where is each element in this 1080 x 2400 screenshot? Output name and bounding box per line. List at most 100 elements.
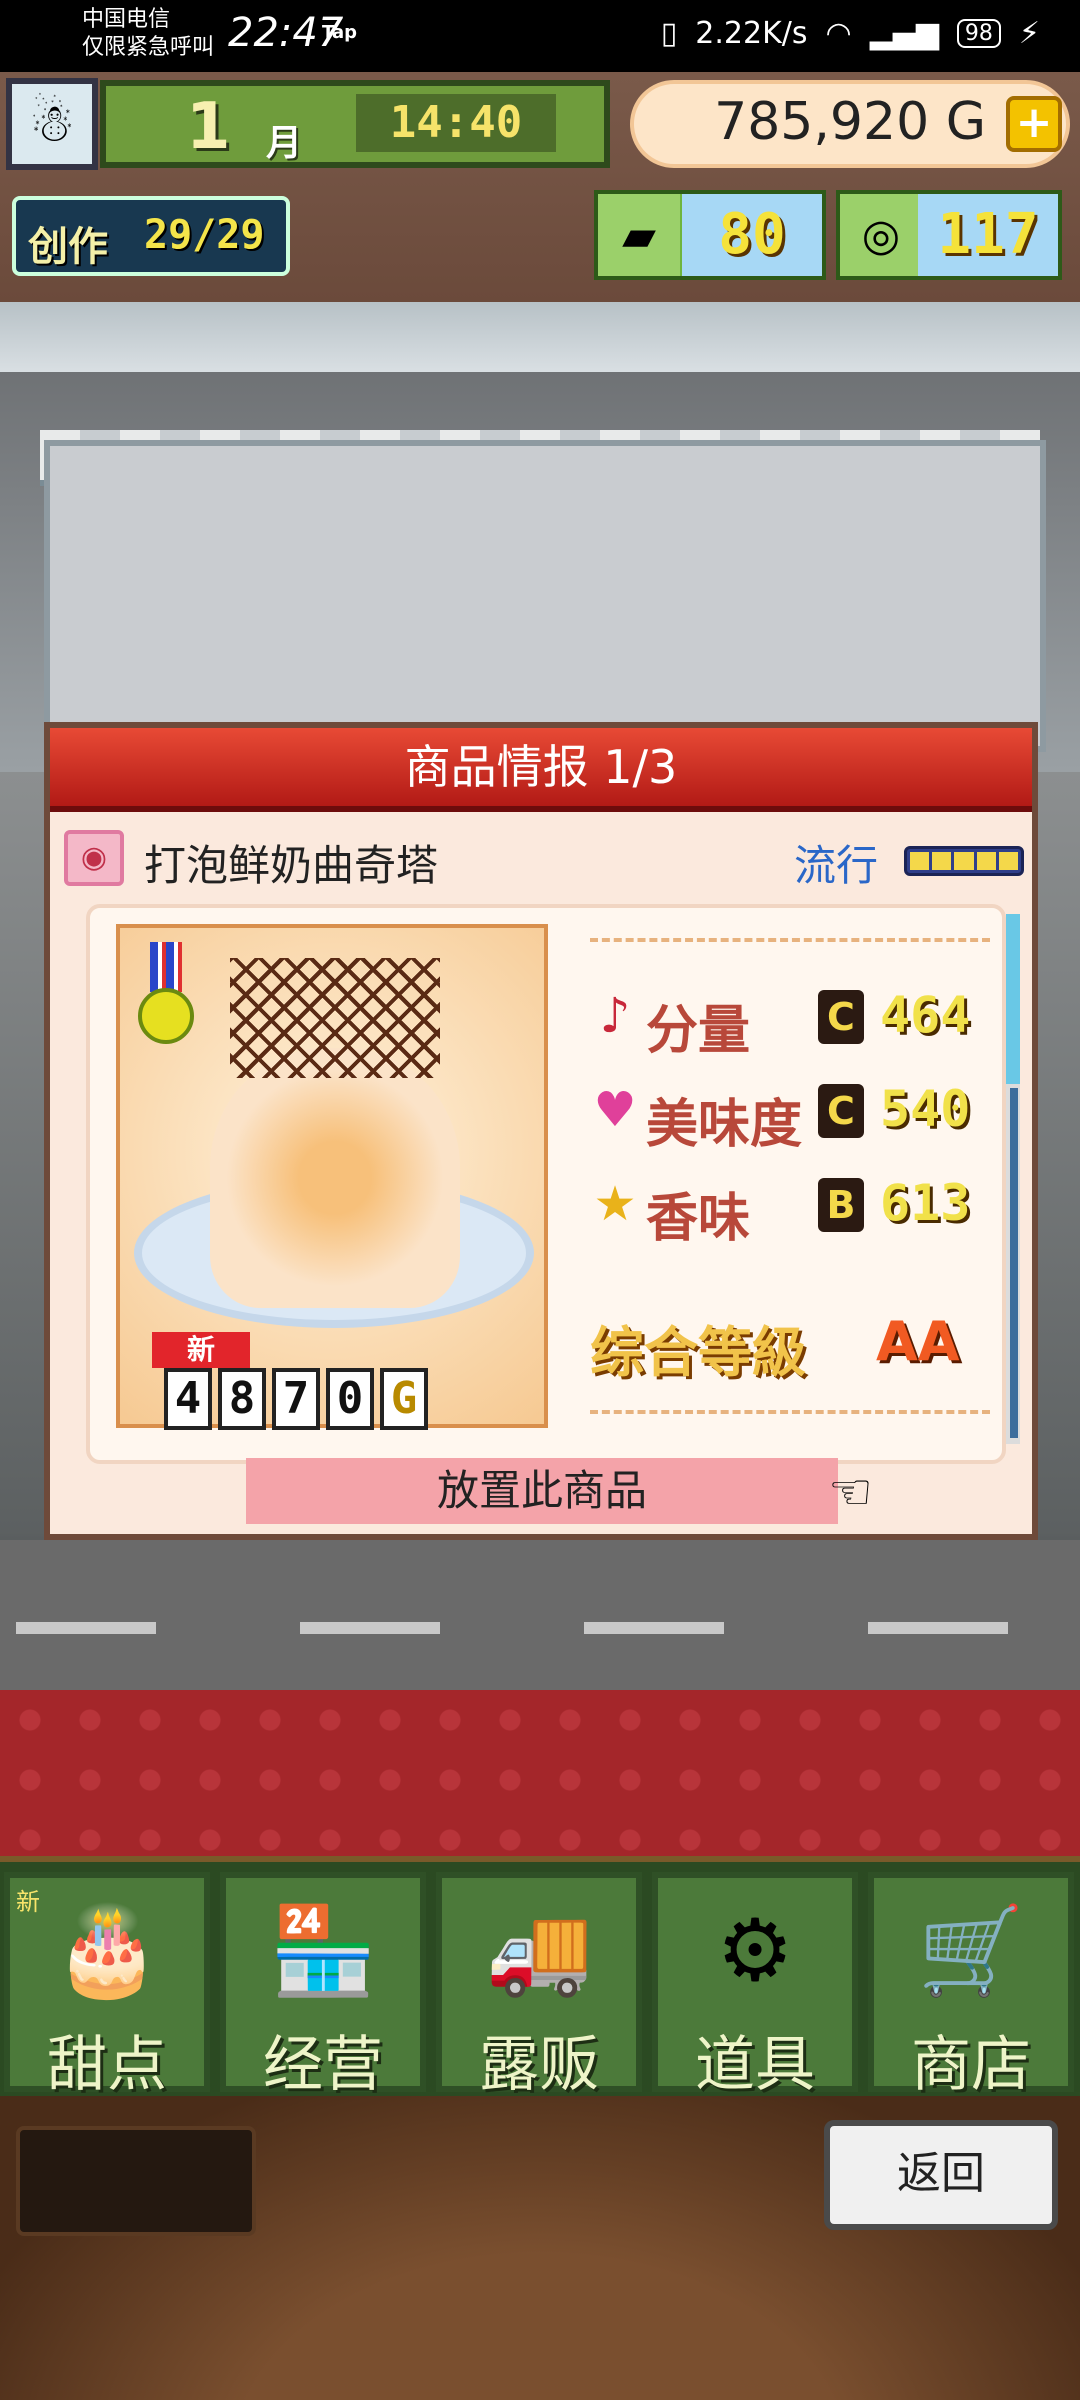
trend-label: 流行 <box>794 841 879 890</box>
app-tag: Tap <box>322 22 357 43</box>
battery-icon: 98 <box>956 19 1001 48</box>
silver-coin-icon: ◎ <box>840 194 922 276</box>
signal-icon: ▂▄▆ <box>869 16 939 51</box>
scrollbar-rail <box>1010 1088 1018 1438</box>
carrier-name: 中国电信 <box>82 7 171 32</box>
overall-grade-label: 综合等級 <box>590 1321 806 1384</box>
trend-segment <box>954 852 974 870</box>
money-value: 785,920 G <box>714 92 986 152</box>
add-money-button[interactable]: + <box>1006 96 1062 152</box>
medal-disc <box>138 988 194 1044</box>
medal-icon <box>136 942 196 1052</box>
gold-bar-icon: ▰ <box>598 194 680 276</box>
chocolate-lattice-icon <box>230 958 440 1078</box>
price-digit: 4 <box>164 1368 212 1430</box>
snowman-avatar-icon[interactable]: ☃ <box>6 78 98 170</box>
charging-icon: ⚡ <box>1018 16 1040 51</box>
menu-label: 露贩 <box>479 2030 599 2100</box>
food-truck-icon: 🚚 <box>485 1901 593 2001</box>
pointing-hand-icon: ☜ <box>828 1463 873 1521</box>
stat-value: 540 <box>880 1080 971 1138</box>
stat-value: 464 <box>880 986 971 1044</box>
lane-mark <box>16 1622 156 1634</box>
shop-kitchen <box>44 440 1046 752</box>
menu-item-management[interactable]: 🏪 经营 <box>220 1872 426 2100</box>
gold-resource[interactable]: ▰ 80 <box>594 190 826 280</box>
menu-item-items[interactable]: ⚙ 道具 <box>652 1872 858 2100</box>
overall-grade: AA <box>876 1310 960 1373</box>
month-label: 月 <box>266 123 303 164</box>
lane-mark <box>584 1622 724 1634</box>
gold-count: 80 <box>682 194 822 276</box>
star-icon: ★ <box>593 1176 637 1232</box>
money-display: 785,920 G + <box>630 80 1070 168</box>
vibrate-icon: ▯ <box>660 16 678 51</box>
medal-ribbon <box>150 942 182 992</box>
game-clock: 14:40 <box>356 94 556 152</box>
shop-building-icon: 🏪 <box>269 1901 377 2001</box>
dialog-title: 商品情报 1/3 <box>404 740 678 794</box>
scrollbar-thumb[interactable] <box>1006 914 1020 1084</box>
shopping-cart-icon: 🛒 <box>917 1901 1025 2001</box>
creation-value: 29/29 <box>144 212 265 258</box>
stat-row-taste: ♥ 美味度 C 540 <box>580 1072 1000 1155</box>
product-name: 打泡鲜奶曲奇塔 <box>144 841 439 890</box>
menu-label: 道具 <box>695 2030 815 2100</box>
carrier-info: 中国电信 仅限紧急呼叫 <box>82 6 214 62</box>
menu-item-desserts[interactable]: 新 🎂 甜点 <box>4 1872 210 2100</box>
trend-segment <box>932 852 952 870</box>
price-unit: G <box>380 1368 428 1430</box>
menu-item-store[interactable]: 🛒 商店 <box>868 1872 1074 2100</box>
place-product-button[interactable]: 放置此商品 <box>246 1458 838 1524</box>
stat-grade: C <box>818 990 864 1044</box>
stat-row-aroma: ★ 香味 B 613 <box>580 1166 1000 1249</box>
new-tag: 新 <box>152 1332 250 1368</box>
price-display: 新 4 8 7 0 G <box>152 1332 492 1430</box>
stat-grade: C <box>818 1084 864 1138</box>
carrier-status: 仅限紧急呼叫 <box>82 35 215 60</box>
coin-resource[interactable]: ◎ 117 <box>836 190 1062 280</box>
stat-name: 美味度 <box>646 1095 803 1155</box>
lane-mark <box>300 1622 440 1634</box>
lane-mark <box>868 1622 1008 1634</box>
stat-row-volume: ♪ 分量 C 464 <box>580 978 1000 1061</box>
coin-count: 117 <box>918 194 1058 276</box>
trend-segment <box>976 852 996 870</box>
product-info-dialog: 商品情报 1/3 ◉ 打泡鲜奶曲奇塔 流行 新 4 8 7 0 G ♪ 分量 C… <box>44 722 1038 1540</box>
gear-bag-icon: ⚙ <box>716 1901 794 2001</box>
product-image: 新 4 8 7 0 G <box>116 924 548 1430</box>
back-button[interactable]: 返回 <box>824 2120 1058 2230</box>
dialog-header: 商品情报 1/3 <box>50 728 1032 812</box>
trend-segment <box>998 852 1019 870</box>
creation-label: 创作 <box>28 224 108 270</box>
street <box>0 1540 1080 1690</box>
divider <box>590 1410 990 1414</box>
net-speed: 2.22K/s <box>695 16 808 51</box>
cookie-tower-icon <box>210 1048 460 1308</box>
menu-label: 商店 <box>911 2030 1031 2100</box>
empty-slot <box>16 2126 256 2236</box>
price-digit: 8 <box>218 1368 266 1430</box>
stat-value: 613 <box>880 1174 971 1232</box>
bottom-menu: 新 🎂 甜点 🏪 经营 🚚 露贩 ⚙ 道具 🛒 商店 <box>0 1856 1080 2102</box>
stat-name: 香味 <box>646 1189 751 1249</box>
price-digit: 0 <box>326 1368 374 1430</box>
status-right: ▯ 2.22K/s ◠ ▂▄▆ 98 ⚡ <box>661 16 1040 51</box>
menu-label: 经营 <box>263 2030 383 2100</box>
menu-label: 甜点 <box>47 2030 167 2100</box>
trend-segment <box>910 852 930 870</box>
music-note-icon: ♪ <box>599 988 631 1044</box>
stat-grade: B <box>818 1178 864 1232</box>
stat-name: 分量 <box>646 1001 751 1061</box>
stats-panel: ♪ 分量 C 464 ♥ 美味度 C 540 ★ 香味 B 613 <box>580 978 1000 1278</box>
price-digit: 7 <box>272 1368 320 1430</box>
cake-icon: 🎂 <box>53 1901 161 2001</box>
date-bar: 1 月 14:40 <box>100 80 610 168</box>
price-digits: 4 8 7 0 G <box>164 1368 428 1430</box>
trend-meter <box>904 846 1024 876</box>
heart-icon: ♥ <box>593 1082 637 1138</box>
menu-item-street-stall[interactable]: 🚚 露贩 <box>436 1872 642 2100</box>
divider <box>590 938 990 942</box>
lips-icon: ◉ <box>64 830 124 886</box>
creation-counter[interactable]: 创作 29/29 <box>12 196 290 276</box>
